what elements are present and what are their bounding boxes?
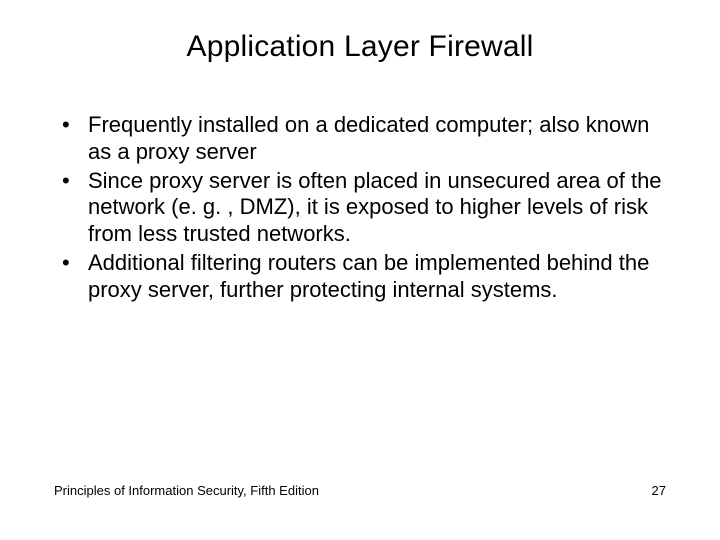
bullet-list: Frequently installed on a dedicated comp… — [54, 112, 666, 304]
slide-body: Frequently installed on a dedicated comp… — [0, 72, 720, 304]
slide-title: Application Layer Firewall — [0, 0, 720, 72]
page-number: 27 — [652, 483, 666, 498]
list-item: Additional filtering routers can be impl… — [54, 250, 666, 304]
footer-source: Principles of Information Security, Fift… — [54, 483, 319, 498]
list-item: Frequently installed on a dedicated comp… — [54, 112, 666, 166]
slide: Application Layer Firewall Frequently in… — [0, 0, 720, 540]
slide-footer: Principles of Information Security, Fift… — [54, 483, 666, 498]
list-item: Since proxy server is often placed in un… — [54, 168, 666, 248]
